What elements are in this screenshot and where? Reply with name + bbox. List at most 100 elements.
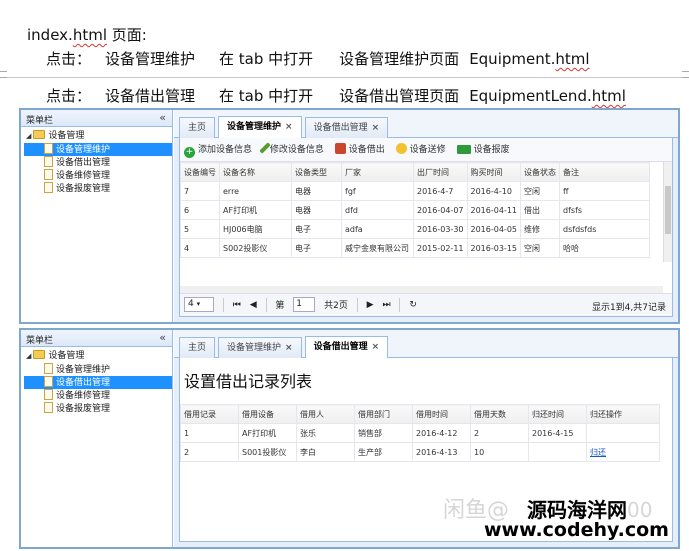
table-cell: 1 xyxy=(180,423,239,443)
vertical-scrollbar[interactable] xyxy=(663,162,672,262)
expand-icon[interactable]: ◢ xyxy=(26,130,31,143)
sidebar-item-repair[interactable]: 设备维修管理 xyxy=(24,389,172,402)
folder-icon xyxy=(33,350,46,359)
scrap-equipment-button[interactable]: 设备报废 xyxy=(456,142,510,155)
doc-line3-file-ext: html xyxy=(591,87,626,105)
table-row[interactable]: 1 AF打印机 张乐 销售部 2016-4-12 2 2016-4-15 xyxy=(180,423,660,443)
column-header[interactable]: 设备名称 xyxy=(219,162,292,182)
add-equipment-button[interactable]: + 添加设备信息 xyxy=(184,142,252,158)
first-page-icon[interactable]: ⏮ xyxy=(233,300,241,310)
sidebar-item-scrap[interactable]: 设备报废管理 xyxy=(24,182,172,195)
sidebar-item-lend[interactable]: 设备借出管理 xyxy=(24,156,172,169)
table-cell: adfa xyxy=(341,219,414,239)
sidebar-item-maintenance[interactable]: 设备管理维护 xyxy=(24,143,172,156)
column-header[interactable]: 借用部门 xyxy=(354,404,413,424)
column-header[interactable]: 借用记录 xyxy=(180,404,239,424)
column-header[interactable]: 借用时间 xyxy=(412,404,471,424)
table-cell: HJ006电脑 xyxy=(219,219,292,239)
table-cell: 销售部 xyxy=(354,423,413,443)
column-header[interactable]: 购买时间 xyxy=(466,162,521,182)
refresh-icon[interactable]: ↻ xyxy=(409,300,417,310)
horizontal-scrollbar[interactable] xyxy=(180,286,663,293)
doc-line-1: index.html 页面: xyxy=(27,24,147,45)
sidebar-menu: 菜单栏 « ◢ 设备管理 设备管理维护 设备借出管理 设备维修管理 设备报废管理 xyxy=(21,330,173,547)
pagination-summary: 显示1到4,共7记录 xyxy=(591,303,666,313)
file-icon xyxy=(44,182,53,193)
column-header[interactable]: 厂家 xyxy=(341,162,414,182)
scroll-thumb[interactable] xyxy=(665,186,671,234)
doc-line1-prefix: index. xyxy=(27,26,73,44)
table-cell: 电子 xyxy=(291,219,342,239)
column-header[interactable]: 借用设备 xyxy=(238,404,297,424)
table-row[interactable]: 2 S001投影仪 李白 生产部 2016-4-13 10 归还 xyxy=(180,442,660,462)
doc-line1-suffix: 页面: xyxy=(106,26,147,44)
expand-icon[interactable]: ◢ xyxy=(26,350,31,363)
table-row[interactable]: 4 S002投影仪 电子 威宁金泉有限公司 2015-02-11 2016-03-15 空闲… xyxy=(180,238,650,258)
next-page-icon[interactable]: ▶ xyxy=(367,300,374,310)
close-icon[interactable]: × xyxy=(372,123,380,133)
column-header[interactable]: 出厂时间 xyxy=(413,162,468,182)
tree-node-equipment[interactable]: ◢ 设备管理 xyxy=(24,130,172,143)
page-size-select[interactable]: 4 ▾ xyxy=(184,297,214,312)
column-header[interactable]: 设备类型 xyxy=(291,162,342,182)
tab-maintenance[interactable]: 设备管理维护 × xyxy=(218,116,302,139)
tab-lend[interactable]: 设备借出管理 × xyxy=(304,336,389,359)
collapse-icon[interactable]: « xyxy=(159,111,166,124)
return-link[interactable]: 归还 xyxy=(590,448,606,457)
page-divider xyxy=(0,77,689,78)
table-cell: 2016-4-12 xyxy=(412,423,471,443)
column-header[interactable]: 归还操作 xyxy=(586,404,660,424)
sidebar-title: 菜单栏 xyxy=(26,336,54,346)
table-cell xyxy=(586,423,660,443)
tab-home[interactable]: 主页 xyxy=(179,337,216,359)
table-cell: 哈哈 xyxy=(559,238,650,258)
file-icon xyxy=(44,402,53,413)
table-cell: 2016-04-05 xyxy=(466,219,521,239)
page-title: 设置借出记录列表 xyxy=(184,372,313,391)
sidebar-item-lend[interactable]: 设备借出管理 xyxy=(24,376,172,389)
edit-equipment-button[interactable]: 修改设备信息 xyxy=(259,142,324,155)
column-header[interactable]: 备注 xyxy=(559,162,650,182)
column-header[interactable]: 设备编号 xyxy=(180,162,220,182)
column-header[interactable]: 归还时间 xyxy=(528,404,587,424)
table-cell: 威宁金泉有限公司 xyxy=(341,238,414,258)
table-row[interactable]: 6 AF打印机 电器 dfd 2016-04-07 2016-04-11 借出 dfsfs xyxy=(180,200,650,220)
table-row[interactable]: 5 HJ006电脑 电子 adfa 2016-03-30 2016-04-05 维修 dsfd… xyxy=(180,219,650,239)
lightbulb-icon xyxy=(395,143,407,154)
lend-equipment-button[interactable]: 设备借出 xyxy=(334,142,385,155)
sidebar-item-scrap[interactable]: 设备报废管理 xyxy=(24,402,172,415)
tree-node-equipment[interactable]: ◢ 设备管理 xyxy=(24,350,172,363)
close-icon[interactable]: × xyxy=(372,342,380,352)
tab-panel: + 添加设备信息 修改设备信息 设备借出 设备送修 设备报废 设备编号 设备名称 设备… xyxy=(179,138,673,317)
tab-maintenance[interactable]: 设备管理维护 × xyxy=(218,337,302,359)
file-icon xyxy=(44,363,53,374)
doc-line2-item: 设备管理维护 xyxy=(105,50,196,68)
table-cell: 电子 xyxy=(291,238,342,258)
doc-line3-file-name: EquipmentLend. xyxy=(469,87,592,105)
table-cell xyxy=(528,442,587,462)
close-icon[interactable]: × xyxy=(285,343,293,353)
table-cell: 5 xyxy=(180,219,220,239)
column-header[interactable]: 借用人 xyxy=(296,404,355,424)
table-cell: S001投影仪 xyxy=(238,442,297,462)
table-row[interactable]: 7 erre 电器 fgf 2016-4-7 2016-4-10 空闲 ff xyxy=(180,181,650,201)
tab-home[interactable]: 主页 xyxy=(179,117,216,139)
prev-page-icon[interactable]: ◀ xyxy=(250,300,257,310)
last-page-icon[interactable]: ⏭ xyxy=(382,300,390,310)
column-header[interactable]: 设备状态 xyxy=(520,162,560,182)
tab-lend[interactable]: 设备借出管理 × xyxy=(304,117,389,139)
menu-tree: ◢ 设备管理 设备管理维护 设备借出管理 设备维修管理 设备报废管理 xyxy=(21,347,172,415)
page-number-input[interactable]: 1 xyxy=(293,297,316,312)
table-cell: 李白 xyxy=(296,442,355,462)
table-cell: 2016-03-30 xyxy=(413,219,468,239)
sidebar-item-repair[interactable]: 设备维修管理 xyxy=(24,169,172,182)
column-header[interactable]: 借用天数 xyxy=(470,404,529,424)
collapse-icon[interactable]: « xyxy=(159,331,166,344)
table-cell: 2 xyxy=(470,423,529,443)
file-icon xyxy=(44,376,53,387)
repair-equipment-button[interactable]: 设备送修 xyxy=(395,142,446,155)
close-icon[interactable]: × xyxy=(285,122,293,132)
chevron-down-icon: ▾ xyxy=(196,300,201,308)
table-cell: 生产部 xyxy=(354,442,413,462)
sidebar-item-maintenance[interactable]: 设备管理维护 xyxy=(24,363,172,376)
